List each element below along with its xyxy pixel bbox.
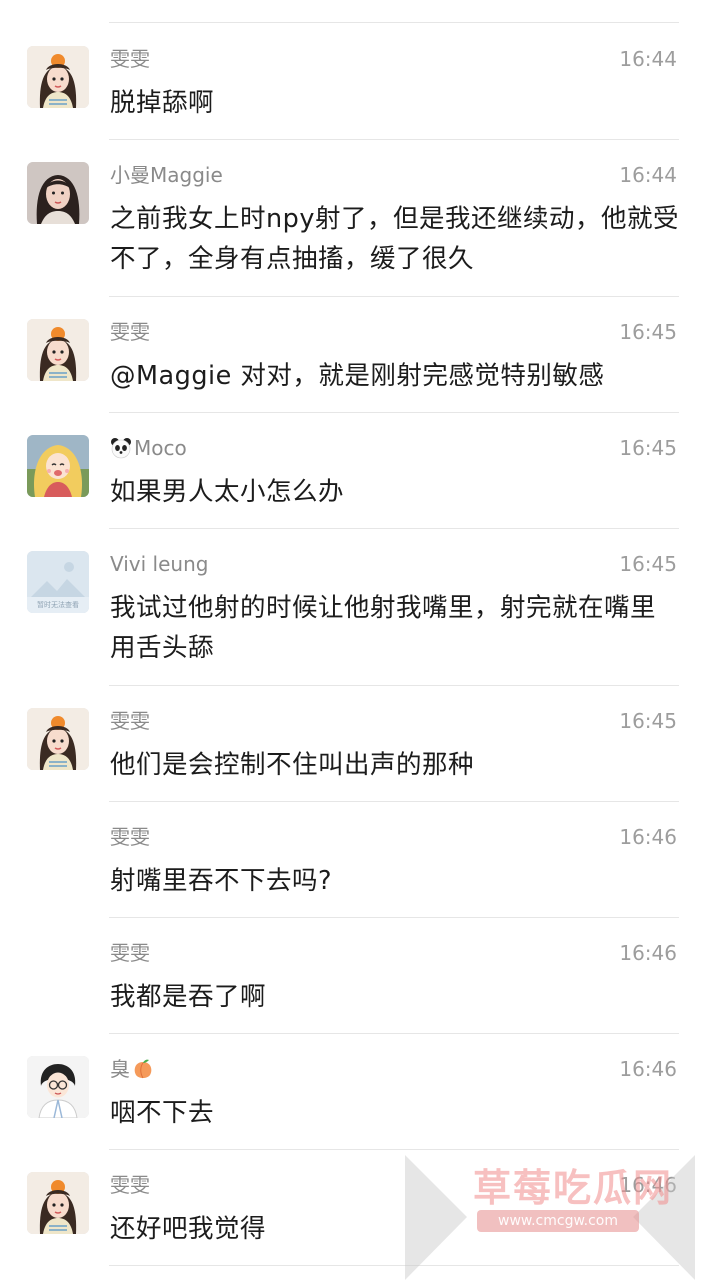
message-text: 之前我女上时npy射了，但是我还继续动，他就受不了，全身有点抽搐，缓了很久 [110,204,679,274]
message-text: 我都是吞了啊 [110,982,267,1012]
divider [109,1149,679,1150]
peach-icon [132,1058,154,1080]
message-text: 咽不下去 [110,1098,215,1128]
sender-name[interactable]: Vivi leung [110,551,208,577]
message-text: 他们是会控制不住叫出声的那种 [110,750,475,780]
message-time: 16:46 [619,825,677,849]
sender-name[interactable]: 雯雯 [110,1172,150,1198]
sender-name[interactable]: 臭 [110,1056,154,1082]
doctor-cartoon-avatar[interactable] [27,1056,89,1118]
message-time: 16:45 [619,709,677,733]
message-text: 如果男人太小怎么办 [110,477,345,507]
divider [109,685,679,686]
sender-name[interactable]: 雯雯 [110,940,150,966]
message-text: 脱掉舔啊 [110,88,215,118]
sender-name[interactable]: 小曼Maggie [110,162,223,188]
watermark-url: www.cmcgw.com [477,1210,639,1232]
message-text: 射嘴里吞不下去吗? [110,866,333,896]
woman-photo-avatar[interactable] [27,162,89,224]
blonde-cartoon-avatar[interactable] [27,435,89,497]
divider [109,528,679,529]
divider [109,139,679,140]
sender-name[interactable]: 雯雯 [110,824,150,850]
message-time: 16:45 [619,320,677,344]
sender-name[interactable]: Moco [110,435,187,461]
message-time: 16:44 [619,163,677,187]
message-time: 16:44 [619,47,677,71]
message-time: 16:45 [619,552,677,576]
divider [109,917,679,918]
girl-orange-hat-avatar[interactable] [27,1172,89,1234]
message-time: 16:46 [619,1057,677,1081]
girl-orange-hat-avatar[interactable] [27,319,89,381]
watermark-title: 草莓吃瓜网 [472,1166,673,1210]
divider [109,1033,679,1034]
sender-name[interactable]: 雯雯 [110,319,150,345]
divider [109,412,679,413]
divider [109,22,679,23]
sender-name[interactable]: 雯雯 [110,708,150,734]
avatar-caption: 暂时无法查看 [37,601,79,609]
site-watermark: 草莓吃瓜网 www.cmcgw.com [405,1155,695,1280]
message-time: 16:46 [619,941,677,965]
panda-icon [110,437,132,459]
girl-orange-hat-avatar[interactable] [27,708,89,770]
sender-name-text: 臭 [110,1057,130,1081]
sender-name[interactable]: 雯雯 [110,46,150,72]
girl-orange-hat-avatar[interactable] [27,46,89,108]
message-text: 我试过他射的时候让他射我嘴里，射完就在嘴里用舌头舔 [110,593,657,663]
chat-message-list: 雯雯 16:44 脱掉舔啊 小曼Maggie 16:44 之前我女上时npy射了… [0,0,707,1280]
divider [109,801,679,802]
message-text: @Maggie 对对，就是刚射完感觉特别敏感 [110,361,605,391]
sender-name-text: Moco [134,436,187,460]
divider [109,296,679,297]
placeholder-image-avatar[interactable]: 暂时无法查看 [27,551,89,613]
message-time: 16:45 [619,436,677,460]
